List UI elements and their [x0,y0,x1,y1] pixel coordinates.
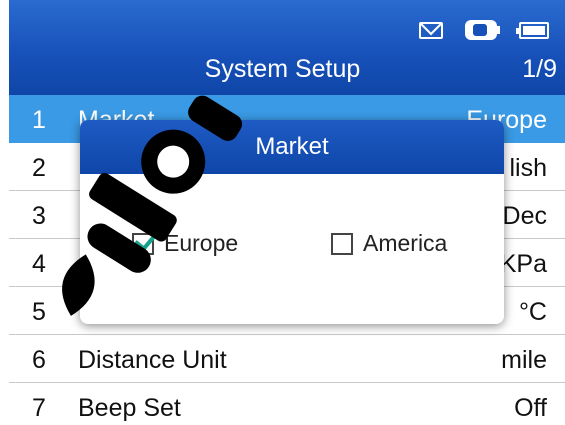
market-dialog: Market Europe America [80,120,504,324]
device-screen: System Setup 1/9 1 Market Europe 2 lish … [0,0,565,425]
item-value: °C [518,298,547,326]
item-label: Beep Set [78,394,181,422]
dialog-title: Market [80,120,504,174]
item-number: 4 [32,250,46,278]
menu-item-beep-set[interactable]: 7 Beep Set Off [9,383,565,425]
status-icons [419,18,549,42]
item-label: Distance Unit [78,346,227,374]
option-label: America [363,230,448,256]
europe-checkbox[interactable] [132,225,159,255]
item-value: lish [509,154,547,182]
item-number: 1 [32,106,46,134]
item-value: Off [514,394,547,422]
mail-icon[interactable] [419,21,443,39]
vci-connection-icon [465,20,500,40]
item-number: 6 [32,346,46,374]
menu-item-distance-unit[interactable]: 6 Distance Unit mile [9,335,565,383]
item-number: 7 [32,394,46,422]
page-title: System Setup [204,55,361,83]
america-checkbox[interactable] [331,232,353,255]
item-number: 3 [32,202,46,230]
option-label: Europe [164,230,239,256]
item-value: KPa [499,250,547,278]
page-indicator: 1/9 [522,55,557,83]
item-value: mile [501,346,547,374]
item-value: Dec [502,202,547,230]
battery-icon [516,21,549,39]
left-border [0,0,9,425]
item-number: 5 [32,298,46,326]
option-europe[interactable]: Europe [132,225,239,257]
item-number: 2 [32,154,46,182]
checkmark-icon [134,225,159,251]
option-america[interactable]: America [331,230,447,257]
